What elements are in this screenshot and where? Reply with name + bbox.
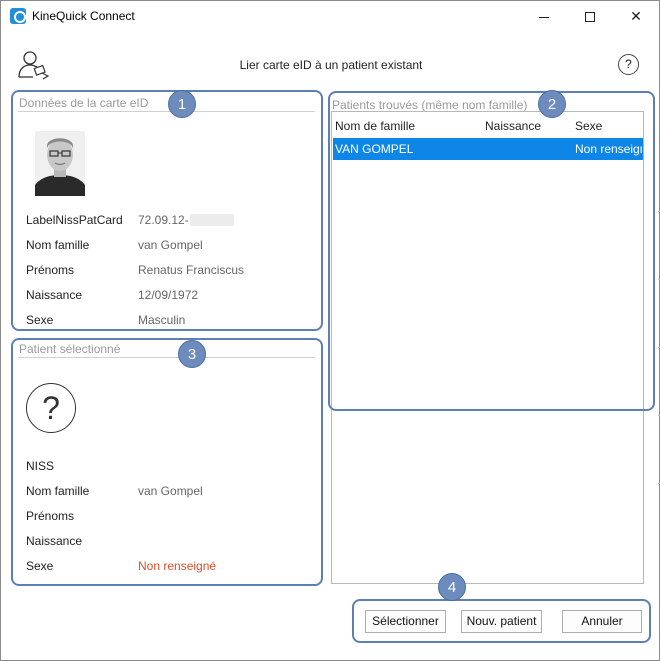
eid-firstnames-value: Renatus Franciscus bbox=[138, 263, 245, 277]
eid-firstnames-label: Prénoms bbox=[26, 263, 75, 277]
help-icon[interactable]: ? bbox=[618, 54, 639, 75]
selected-niss-label: NISS bbox=[26, 459, 55, 473]
app-window: KineQuick Connect ✕ Lier carte eID à un … bbox=[0, 0, 660, 661]
selected-firstnames-label: Prénoms bbox=[26, 509, 75, 523]
window-title: KineQuick Connect bbox=[32, 9, 135, 23]
eid-sex-label: Sexe bbox=[26, 313, 54, 327]
selected-sex-value: Non renseigné bbox=[138, 559, 217, 573]
selected-birthdate-label: Naissance bbox=[26, 534, 83, 548]
callout-badge-4: 4 bbox=[438, 573, 466, 601]
selected-sex-label: Sexe bbox=[26, 559, 54, 573]
callout-badge-2: 2 bbox=[538, 90, 566, 118]
eid-niss-label: LabelNissPatCard bbox=[26, 213, 123, 227]
cancel-button[interactable]: Annuler bbox=[562, 610, 642, 633]
eid-lastname-label: Nom famille bbox=[26, 238, 90, 252]
eid-lastname-value: van Gompel bbox=[138, 238, 203, 252]
eid-birthdate-value: 12/09/1972 bbox=[138, 288, 199, 302]
callout-badge-3: 3 bbox=[178, 340, 206, 368]
select-button[interactable]: Sélectionner bbox=[365, 610, 446, 633]
close-icon: ✕ bbox=[630, 8, 642, 24]
selected-lastname-label: Nom famille bbox=[26, 484, 90, 498]
maximize-icon bbox=[585, 12, 595, 23]
app-logo-icon bbox=[10, 8, 26, 24]
eid-sex-value: Masculin bbox=[138, 313, 186, 327]
eid-birthdate-label: Naissance bbox=[26, 288, 83, 302]
page-title: Lier carte eID à un patient existant bbox=[239, 58, 423, 72]
new-patient-button[interactable]: Nouv. patient bbox=[461, 610, 542, 633]
minimize-icon bbox=[539, 16, 549, 18]
selected-lastname-value: van Gompel bbox=[138, 484, 203, 498]
callout-badge-1: 1 bbox=[168, 90, 196, 118]
patient-photo bbox=[35, 131, 85, 196]
maximize-button[interactable] bbox=[567, 1, 613, 32]
callout-selected-patient bbox=[11, 338, 323, 586]
title-bar: KineQuick Connect ✕ bbox=[1, 1, 659, 32]
niss-redacted bbox=[189, 214, 234, 226]
close-button[interactable]: ✕ bbox=[613, 1, 659, 32]
minimize-button[interactable] bbox=[521, 1, 567, 32]
callout-found-patients bbox=[328, 91, 655, 411]
unknown-patient-icon: ? bbox=[26, 383, 76, 433]
eid-niss-value: 72.09.12- bbox=[138, 213, 234, 227]
